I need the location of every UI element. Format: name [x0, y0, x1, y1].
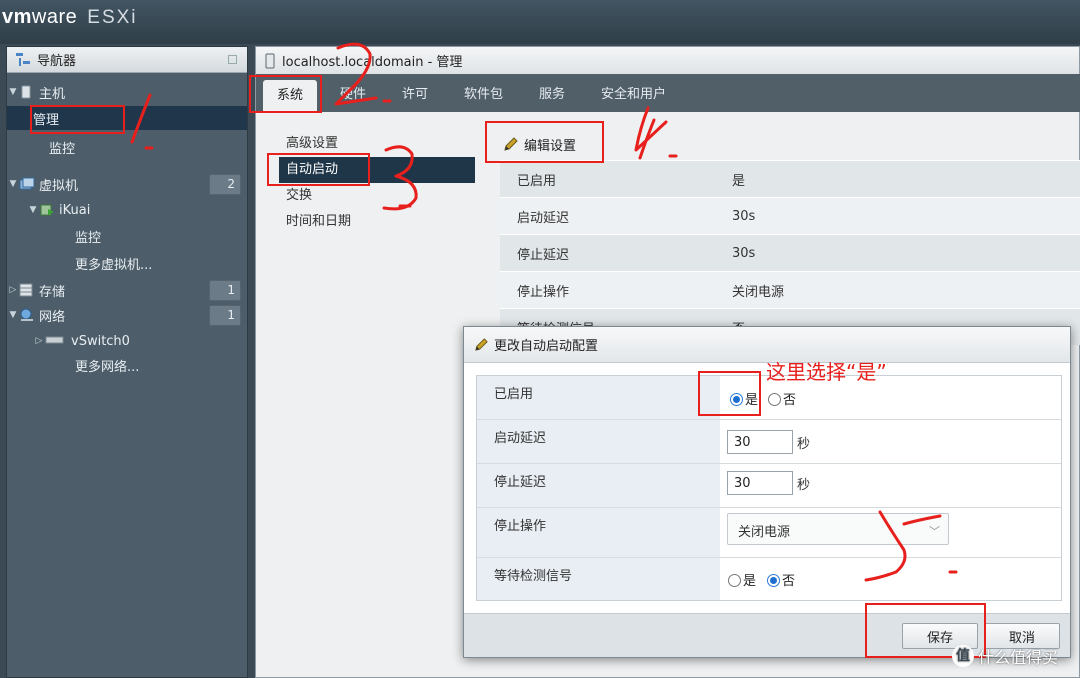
- nav-item-more-networks[interactable]: 更多网络...: [7, 353, 247, 377]
- chevron-down-icon[interactable]: ▼: [7, 87, 19, 97]
- host-icon: [19, 85, 35, 99]
- heartbeat-no-option[interactable]: 否: [767, 570, 795, 589]
- chevron-down-icon: ﹀: [929, 525, 940, 538]
- chevron-down-icon[interactable]: ▼: [7, 310, 19, 320]
- nav-item-network[interactable]: ▼ 网络 1: [7, 303, 247, 327]
- table-row: 停止延迟 30s: [500, 234, 1080, 271]
- nav-item-vms[interactable]: ▼ 虚拟机 2: [7, 172, 247, 196]
- tab-bar: [256, 74, 1080, 112]
- tab-licensing[interactable]: 许可: [402, 80, 428, 110]
- stop-action-select[interactable]: 关闭电源 ﹀: [727, 513, 949, 545]
- form-row-stop-action: 停止操作 关闭电源 ﹀: [477, 508, 1061, 558]
- navigator-panel: 导航器 ▼ 主机 管理 监控 ▼ 虚拟机 2 ▼ iKuai 监控 更多虚拟机.…: [6, 46, 248, 678]
- start-delay-unit: 秒: [797, 437, 811, 452]
- vm-running-icon: [39, 203, 55, 217]
- submenu-swap[interactable]: 交换: [279, 183, 475, 209]
- storage-count-badge: 1: [209, 280, 241, 301]
- table-row: 启动延迟 30s: [500, 197, 1080, 234]
- submenu-autostart[interactable]: 自动启动: [279, 157, 475, 183]
- nav-item-storage[interactable]: ▷ 存储 1: [7, 278, 247, 302]
- chevron-down-icon[interactable]: ▼: [7, 179, 19, 189]
- start-delay-label: 启动延迟: [477, 420, 720, 463]
- pencil-icon: [504, 137, 518, 151]
- host-icon: [265, 53, 275, 68]
- nav-item-host-monitor[interactable]: 监控: [7, 135, 247, 159]
- radio-selected-icon[interactable]: [767, 574, 780, 587]
- vmware-logo: vmware ESXi: [2, 6, 138, 28]
- network-icon: [19, 308, 35, 322]
- nav-item-more-vms[interactable]: 更多虚拟机...: [7, 251, 247, 275]
- vswitch-icon: [45, 334, 67, 348]
- nav-item-vm-monitor[interactable]: 监控: [7, 224, 247, 248]
- tab-security-users[interactable]: 安全和用户: [601, 80, 666, 110]
- form-row-heartbeat: 等待检测信号 是 否: [477, 558, 1061, 600]
- form-row-stop-delay: 停止延迟 秒: [477, 464, 1061, 508]
- heartbeat-label: 等待检测信号: [477, 558, 720, 600]
- enabled-yes-option[interactable]: 是: [730, 389, 758, 408]
- chevron-right-icon[interactable]: ▷: [33, 336, 45, 346]
- radio-selected-icon[interactable]: [730, 393, 743, 406]
- watermark: 值 什么值得买: [952, 644, 1058, 668]
- table-row: 停止操作 关闭电源: [500, 271, 1080, 308]
- stop-delay-input[interactable]: [727, 471, 793, 495]
- storage-icon: [19, 283, 35, 297]
- stop-delay-label: 停止延迟: [477, 464, 720, 507]
- chevron-right-icon[interactable]: ▷: [7, 285, 19, 295]
- radio-unselected-icon[interactable]: [728, 574, 741, 587]
- tab-packages[interactable]: 软件包: [464, 80, 503, 110]
- edit-settings-button[interactable]: 编辑设置: [503, 133, 576, 155]
- enabled-no-option[interactable]: 否: [768, 389, 796, 408]
- pin-icon[interactable]: [228, 55, 237, 64]
- pencil-icon: [475, 338, 488, 351]
- top-bar: vmware ESXi: [0, 0, 1080, 44]
- nav-item-host[interactable]: ▼ 主机: [7, 80, 247, 104]
- main-header: localhost.localdomain - 管理: [256, 47, 1079, 75]
- autostart-config-dialog: 更改自动启动配置 已启用 是 否 启动延迟 秒 停止延迟 秒: [463, 326, 1071, 658]
- tab-hardware[interactable]: 硬件: [340, 80, 366, 110]
- dialog-title: 更改自动启动配置: [494, 339, 599, 354]
- stop-delay-unit: 秒: [797, 478, 811, 493]
- form-row-enabled: 已启用 是 否: [477, 376, 1061, 420]
- submenu-advanced-settings[interactable]: 高级设置: [279, 131, 475, 157]
- heartbeat-yes-option[interactable]: 是: [728, 570, 756, 589]
- chevron-down-icon[interactable]: ▼: [27, 205, 39, 215]
- radio-unselected-icon[interactable]: [768, 393, 781, 406]
- stop-action-label: 停止操作: [477, 508, 720, 557]
- nav-item-vswitch0[interactable]: ▷ vSwitch0: [7, 329, 247, 353]
- enabled-label: 已启用: [477, 376, 720, 419]
- network-count-badge: 1: [209, 305, 241, 326]
- dialog-form: 已启用 是 否 启动延迟 秒 停止延迟 秒 停止操作: [476, 375, 1062, 601]
- dialog-title-bar: 更改自动启动配置: [464, 327, 1070, 363]
- table-row: 已启用是: [500, 160, 1080, 197]
- autostart-settings-table: 已启用是 启动延迟30s 停止延迟30s 停止操作关闭电源 等待检测信号否: [500, 160, 1080, 345]
- form-row-start-delay: 启动延迟 秒: [477, 420, 1061, 464]
- nav-item-ikuai[interactable]: ▼ iKuai: [7, 198, 247, 222]
- navigator-header: 导航器: [7, 47, 247, 73]
- tab-services[interactable]: 服务: [539, 80, 565, 110]
- tab-system[interactable]: 系统: [263, 80, 318, 112]
- navigator-title: 导航器: [37, 54, 77, 69]
- vm-icon: [19, 177, 35, 191]
- watermark-logo-icon: 值: [952, 645, 974, 667]
- page-title: localhost.localdomain - 管理: [282, 55, 463, 70]
- start-delay-input[interactable]: [727, 430, 793, 454]
- nav-item-manage[interactable]: 管理: [7, 106, 247, 130]
- navigator-icon: [16, 52, 30, 66]
- vm-count-badge: 2: [209, 174, 241, 195]
- submenu-time-date[interactable]: 时间和日期: [279, 209, 475, 235]
